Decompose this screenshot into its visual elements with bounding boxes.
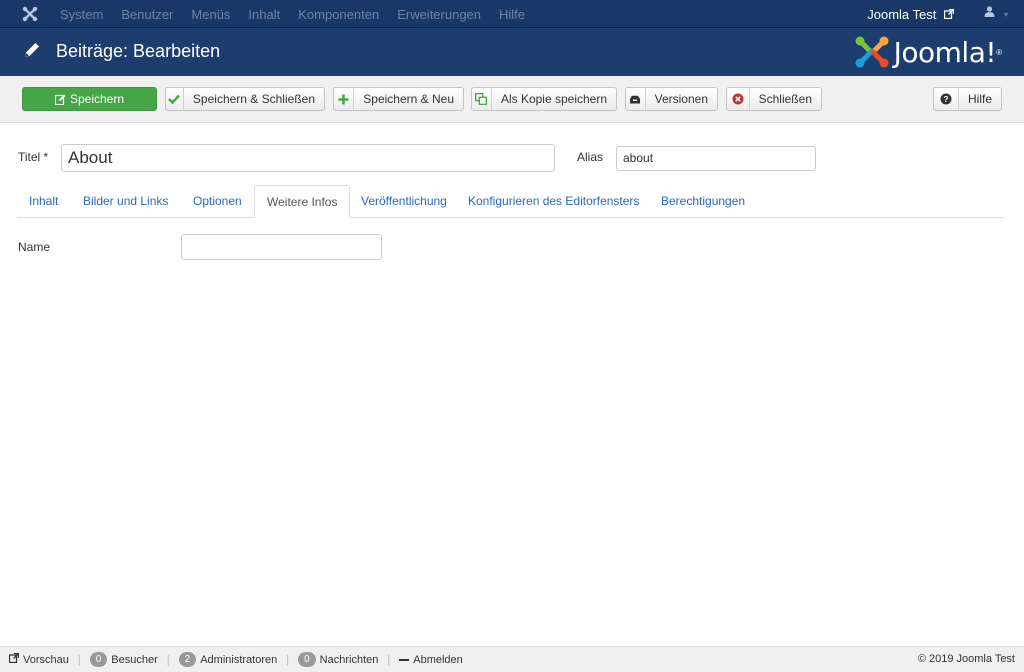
tab-images-links[interactable]: Bilder und Links bbox=[71, 185, 180, 218]
joomla-brand-icon[interactable] bbox=[22, 6, 38, 22]
title-label: Titel * bbox=[18, 150, 49, 164]
logout-link[interactable]: Abmelden bbox=[399, 654, 463, 666]
divider: | bbox=[286, 653, 290, 666]
menu-item-menus[interactable]: Menüs bbox=[191, 7, 230, 22]
visitors-label: Besucher bbox=[111, 653, 158, 666]
caret-down-icon: ▾ bbox=[1003, 10, 1008, 19]
edit-icon bbox=[54, 88, 66, 110]
tab-permissions[interactable]: Berechtigungen bbox=[649, 185, 757, 218]
tab-publishing[interactable]: Veröffentlichung bbox=[349, 185, 459, 218]
user-menu[interactable]: ▾ bbox=[984, 6, 1008, 20]
status-bar: Vorschau | 0 Besucher | 2 Administratore… bbox=[0, 646, 1024, 672]
copy-icon bbox=[472, 88, 492, 110]
menu-item-system[interactable]: System bbox=[60, 7, 103, 22]
name-label: Name bbox=[18, 240, 51, 254]
joomla-logo-text: Joomla! bbox=[893, 35, 997, 69]
messages-count-badge: 0 bbox=[298, 652, 316, 667]
pencil-icon bbox=[22, 40, 42, 63]
divider: | bbox=[77, 653, 81, 666]
external-link-icon bbox=[943, 7, 955, 22]
cancel-icon bbox=[727, 88, 750, 110]
menu-item-extensions[interactable]: Erweiterungen bbox=[397, 7, 481, 22]
edit-tabs: Inhalt Bilder und Links Optionen Weitere… bbox=[17, 185, 1005, 218]
name-input[interactable] bbox=[181, 234, 382, 260]
archive-icon bbox=[626, 88, 646, 110]
save-new-button[interactable]: Speichern & Neu bbox=[333, 87, 464, 111]
joomla-logo-icon bbox=[855, 36, 889, 68]
menu-item-components[interactable]: Komponenten bbox=[298, 7, 379, 22]
divider: | bbox=[166, 653, 170, 666]
save-close-button[interactable]: Speichern & Schließen bbox=[165, 87, 325, 111]
external-link-icon bbox=[8, 652, 20, 666]
site-name: Joomla Test bbox=[867, 7, 937, 22]
menu-item-users[interactable]: Benutzer bbox=[121, 7, 173, 22]
copyright-text: © 2019 Joomla Test bbox=[917, 653, 1015, 665]
messages-label: Nachrichten bbox=[319, 653, 379, 666]
visitors-status: 0 Besucher bbox=[89, 652, 158, 667]
messages-link[interactable]: 0 Nachrichten bbox=[298, 652, 378, 667]
alias-label: Alias bbox=[577, 150, 604, 164]
admins-count-badge: 2 bbox=[178, 652, 197, 667]
tab-options[interactable]: Optionen bbox=[181, 185, 254, 218]
help-button[interactable]: ? Hilfe bbox=[933, 87, 1002, 111]
page-header: Beiträge: Bearbeiten Joomla! ® bbox=[0, 28, 1024, 76]
main-menu: System Benutzer Menüs Inhalt Komponenten… bbox=[60, 0, 543, 28]
registered-mark: ® bbox=[996, 47, 1002, 57]
page-title: Beiträge: Bearbeiten bbox=[56, 41, 221, 61]
visitors-count-badge: 0 bbox=[89, 652, 108, 667]
alias-input[interactable]: about bbox=[616, 146, 816, 171]
tab-content[interactable]: Inhalt bbox=[17, 185, 70, 218]
tab-editor-config[interactable]: Konfigurieren des Editorfensters bbox=[456, 185, 651, 218]
save-button[interactable]: Speichern bbox=[22, 87, 157, 111]
toolbar: Speichern Speichern & Schließen Speicher… bbox=[0, 76, 1024, 123]
question-icon: ? bbox=[934, 88, 959, 110]
preview-link[interactable]: Vorschau bbox=[8, 652, 69, 666]
close-button[interactable]: Schließen bbox=[726, 87, 822, 111]
top-navbar: System Benutzer Menüs Inhalt Komponenten… bbox=[0, 0, 1024, 28]
site-link[interactable]: Joomla Test bbox=[867, 7, 955, 22]
menu-item-content[interactable]: Inhalt bbox=[248, 7, 280, 22]
divider: | bbox=[387, 653, 391, 666]
check-icon bbox=[166, 88, 184, 110]
logout-label: Abmelden bbox=[413, 653, 463, 666]
plus-icon bbox=[334, 88, 355, 110]
versions-button[interactable]: Versionen bbox=[625, 87, 718, 111]
user-icon bbox=[984, 6, 998, 20]
joomla-logo: Joomla! ® bbox=[854, 35, 1002, 69]
svg-text:?: ? bbox=[943, 94, 948, 104]
title-input[interactable]: About bbox=[61, 144, 555, 172]
preview-label: Vorschau bbox=[23, 653, 69, 666]
minus-icon bbox=[399, 658, 410, 661]
menu-item-help[interactable]: Hilfe bbox=[499, 7, 525, 22]
tab-more-info[interactable]: Weitere Infos bbox=[254, 185, 351, 218]
admins-label: Administratoren bbox=[200, 653, 278, 666]
save-copy-button[interactable]: Als Kopie speichern bbox=[471, 87, 617, 111]
admins-status: 2 Administratoren bbox=[178, 652, 278, 667]
